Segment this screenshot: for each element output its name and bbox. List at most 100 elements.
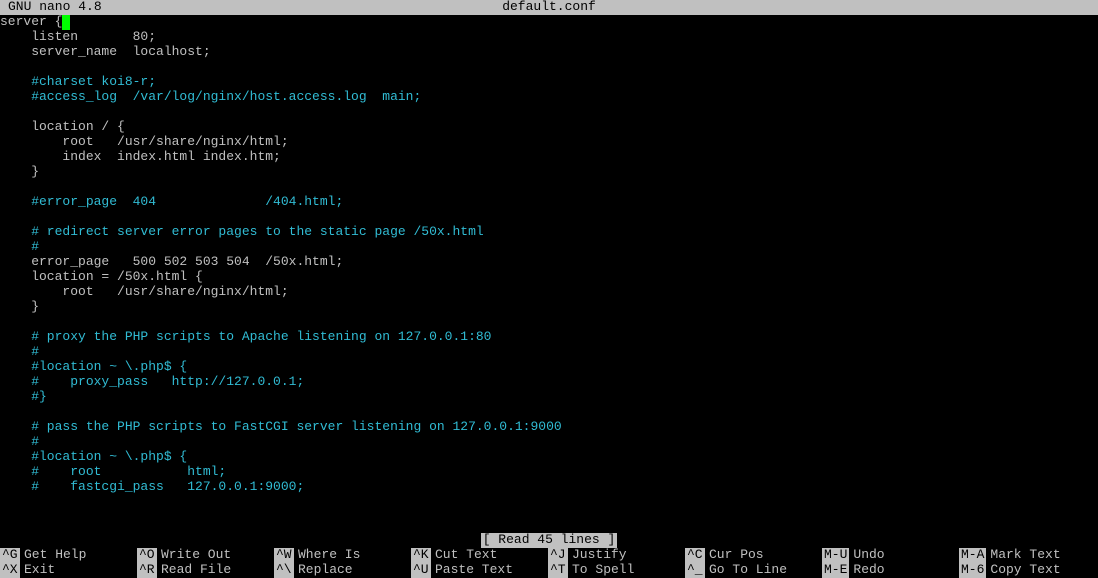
help-key: ^G <box>0 548 20 563</box>
help-key: M-U <box>822 548 849 563</box>
help-item[interactable]: ^TTo Spell <box>548 563 685 578</box>
editor-line[interactable]: #access_log /var/log/nginx/host.access.l… <box>0 90 1098 105</box>
status-line: [ Read 45 lines ] <box>0 533 1098 548</box>
editor-line[interactable]: # redirect server error pages to the sta… <box>0 225 1098 240</box>
line-text: error_page 500 502 503 504 /50x.html; <box>0 254 343 269</box>
help-item[interactable]: M-6 Copy Text <box>959 563 1096 578</box>
help-key: ^K <box>411 548 431 563</box>
editor-line[interactable]: #charset koi8-r; <box>0 75 1098 90</box>
help-item[interactable]: ^OWrite Out <box>137 548 274 563</box>
editor-line[interactable]: location / { <box>0 120 1098 135</box>
editor-line[interactable]: # <box>0 435 1098 450</box>
help-item[interactable]: ^G Get Help <box>0 548 137 563</box>
editor-line[interactable] <box>0 210 1098 225</box>
help-bar: ^G Get Help ^OWrite Out^WWhere Is^K Cut Tex… <box>0 548 1098 578</box>
editor-line[interactable]: server_name localhost; <box>0 45 1098 60</box>
editor-line[interactable]: location = /50x.html { <box>0 270 1098 285</box>
editor-line[interactable] <box>0 60 1098 75</box>
help-label: Mark Text <box>990 548 1060 563</box>
editor-line[interactable]: } <box>0 300 1098 315</box>
line-text: root /usr/share/nginx/html; <box>0 284 289 299</box>
help-label: Redo <box>853 563 884 578</box>
help-item[interactable]: ^\ Replace <box>274 563 411 578</box>
editor-line[interactable]: # pass the PHP scripts to FastCGI server… <box>0 420 1098 435</box>
editor-line[interactable]: index index.html index.htm; <box>0 150 1098 165</box>
editor-line[interactable]: #location ~ \.php$ { <box>0 450 1098 465</box>
editor-line[interactable]: # proxy the PHP scripts to Apache listen… <box>0 330 1098 345</box>
line-text: location / { <box>0 119 125 134</box>
editor-line[interactable] <box>0 105 1098 120</box>
help-item[interactable]: ^WWhere Is <box>274 548 411 563</box>
status-badge: [ Read 45 lines ] <box>481 533 618 548</box>
editor-line[interactable]: # <box>0 240 1098 255</box>
editor-line[interactable]: # proxy_pass http://127.0.0.1; <box>0 375 1098 390</box>
help-item[interactable]: ^JJustify <box>548 548 685 563</box>
help-item[interactable]: ^C Cur Pos <box>685 548 822 563</box>
editor-line[interactable] <box>0 180 1098 195</box>
help-label: Get Help <box>24 548 86 563</box>
help-label: Paste Text <box>435 563 513 578</box>
editor-line[interactable]: error_page 500 502 503 504 /50x.html; <box>0 255 1098 270</box>
line-text: #} <box>0 389 47 404</box>
line-text: #access_log /var/log/nginx/host.access.l… <box>0 89 421 104</box>
editor-line[interactable]: #} <box>0 390 1098 405</box>
help-key: M-6 <box>959 563 986 578</box>
editor-line[interactable] <box>0 315 1098 330</box>
help-label: Undo <box>853 548 884 563</box>
help-item[interactable]: ^_ Go To Line <box>685 563 822 578</box>
titlebar: GNU nano 4.8 default.conf <box>0 0 1098 15</box>
help-row-2: ^XExit^RRead File^\ Replace ^U Paste Text ^T… <box>0 563 1098 578</box>
line-text: #location ~ \.php$ { <box>0 359 187 374</box>
line-text: #error_page 404 /404.html; <box>0 194 343 209</box>
help-label: Justify <box>572 548 627 563</box>
editor-line[interactable]: # root html; <box>0 465 1098 480</box>
line-text: } <box>0 164 39 179</box>
help-row-1: ^G Get Help ^OWrite Out^WWhere Is^K Cut Tex… <box>0 548 1098 563</box>
editor-area[interactable]: server { listen 80; server_name localhos… <box>0 15 1098 495</box>
help-key: M-A <box>959 548 986 563</box>
help-item[interactable]: ^K Cut Text <box>411 548 548 563</box>
editor-line[interactable]: # <box>0 345 1098 360</box>
app-name: GNU nano 4.8 <box>8 0 102 15</box>
line-text: #charset koi8-r; <box>0 74 156 89</box>
help-label: Cur Pos <box>709 548 764 563</box>
editor-line[interactable]: #error_page 404 /404.html; <box>0 195 1098 210</box>
editor-line[interactable] <box>0 405 1098 420</box>
help-key: ^T <box>548 563 568 578</box>
line-text: } <box>0 299 39 314</box>
editor-line[interactable]: # fastcgi_pass 127.0.0.1:9000; <box>0 480 1098 495</box>
line-text: # pass the PHP scripts to FastCGI server… <box>0 419 562 434</box>
help-label: Where Is <box>298 548 360 563</box>
help-label: Replace <box>298 563 353 578</box>
help-key: ^X <box>0 563 20 578</box>
line-text: # fastcgi_pass 127.0.0.1:9000; <box>0 479 304 494</box>
help-key: ^O <box>137 548 157 563</box>
help-key: M-E <box>822 563 849 578</box>
line-text: # <box>0 434 39 449</box>
editor-line[interactable]: root /usr/share/nginx/html; <box>0 285 1098 300</box>
help-item[interactable]: M-E Redo <box>822 563 959 578</box>
editor-line[interactable]: } <box>0 165 1098 180</box>
line-text: listen 80; <box>0 29 156 44</box>
help-item[interactable]: ^U Paste Text <box>411 563 548 578</box>
editor-line[interactable]: root /usr/share/nginx/html; <box>0 135 1098 150</box>
help-key: ^\ <box>274 563 294 578</box>
line-text: #location ~ \.php$ { <box>0 449 187 464</box>
help-key: ^C <box>685 548 705 563</box>
line-text: # <box>0 239 39 254</box>
help-label: Go To Line <box>709 563 787 578</box>
help-item[interactable]: M-A Mark Text <box>959 548 1096 563</box>
help-key: ^R <box>137 563 157 578</box>
help-key: ^U <box>411 563 431 578</box>
help-item[interactable]: M-U Undo <box>822 548 959 563</box>
help-key: ^_ <box>685 563 705 578</box>
editor-line[interactable]: server { <box>0 15 1098 30</box>
help-item[interactable]: ^RRead File <box>137 563 274 578</box>
help-item[interactable]: ^XExit <box>0 563 137 578</box>
help-label: Cut Text <box>435 548 497 563</box>
editor-line[interactable]: #location ~ \.php$ { <box>0 360 1098 375</box>
line-text: # <box>0 344 39 359</box>
help-label: Copy Text <box>990 563 1060 578</box>
line-text: server_name localhost; <box>0 44 211 59</box>
editor-line[interactable]: listen 80; <box>0 30 1098 45</box>
